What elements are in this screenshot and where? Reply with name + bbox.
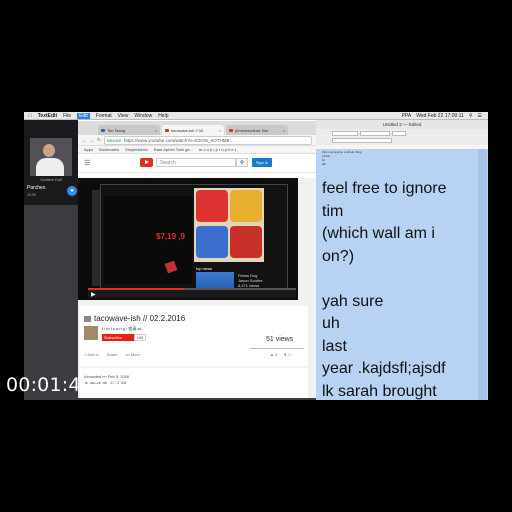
apple-icon[interactable]:  [28,113,32,119]
url-input[interactable]: Secure https://www.youtube.com/watch?v=K… [103,135,312,145]
call-duration: 28:58 [27,193,36,197]
more-button[interactable]: ••• More [125,352,139,357]
paragraph-style-select[interactable] [332,131,358,136]
bookmark-apps[interactable]: Apps [84,147,93,152]
menu-clock[interactable]: Wed Feb 22 17:00:11 [416,113,464,119]
back-icon[interactable]: ← [82,138,87,143]
video-actions: + Add to Share ••• More [84,352,140,357]
secure-label: Secure [106,137,122,143]
menu-help[interactable]: Help [158,113,168,119]
fiesta-video-info[interactable]: Fiesta Dog Jason Southe 8,471 views [238,273,262,288]
youtube-search-input[interactable]: Search [156,158,236,167]
playlist-icon [84,315,91,322]
address-bar-row: ← → ↻ Secure https://www.youtube.com/wat… [78,135,316,146]
bookmarks-bar: Apps Bookmarks SimpleAdder Bare Aphex Tw… [78,146,316,154]
mute-icon[interactable]: ● [67,186,77,196]
textedit-body-text[interactable]: feel free to ignore tim (which wall am i… [322,178,478,403]
caller-name: Parches [27,185,46,191]
bookmark-bookmarks[interactable]: Bookmarks [99,147,119,152]
textedit-toolbar [316,129,488,146]
close-tab-icon[interactable]: × [155,128,157,133]
tab-label: Tim Tsang [107,127,126,133]
play-icon[interactable]: ▶ [91,291,96,298]
top-news-label: top news [196,266,213,271]
mario-thumbnail [196,190,228,222]
alignment-controls[interactable] [332,138,392,143]
forward-icon[interactable]: → [90,138,95,143]
close-tab-icon[interactable]: × [219,128,221,133]
channel-name[interactable]: t i m t s a n g / 程清 ss. [102,326,142,332]
bookmark-simpleadder[interactable]: SimpleAdder [125,147,148,152]
facebook-icon [101,128,105,132]
browser-tab-bar: Tim Tsang × tacowave-ish // 02. × (timemac… [78,121,316,135]
close-tab-icon[interactable]: × [283,128,285,133]
url-text: https://www.youtube.com/watch?v=K3C9n_eO… [124,137,234,143]
menu-edit[interactable]: Edit [77,112,90,119]
menu-view[interactable]: View [118,113,129,119]
reload-icon[interactable]: ↻ [97,137,101,143]
menu-window[interactable]: Window [134,113,152,119]
subscriber-count: 155 [134,334,146,341]
mario-image-grid [194,188,264,262]
youtube-favicon-icon [165,128,169,132]
bookmark-aphex[interactable]: Bare Aphex Twin ge... [154,147,193,152]
notification-center-icon[interactable]: ☰ [478,113,482,119]
caller-head [43,144,55,157]
tab-label: tacowave-ish // 02. [171,127,205,133]
textedit-scrollbar[interactable] [478,149,487,400]
hamburger-icon[interactable]: ☰ [84,159,90,167]
dislike-button[interactable]: ▼ 0 [283,352,290,357]
input-source-label[interactable]: PPA [402,113,412,119]
video-title: tacowave-ish // 02.2.2016 [94,314,186,323]
subscribe-button[interactable]: Subscribe [102,334,134,341]
like-ratio-bar [250,348,304,349]
font-family-select[interactable] [360,131,390,136]
call-status-label: Current Call [40,177,62,182]
video-title-row: tacowave-ish // 02.2.2016 [84,314,185,323]
mario-thumbnail [230,190,262,222]
bookmark-monk[interactable]: m o n k • p r o p h e t [199,147,236,152]
tab-tim-tsang[interactable]: Tim Tsang × [98,125,160,135]
caller-body [36,158,64,176]
youtube-logo-icon[interactable] [140,158,153,167]
share-button[interactable]: Share [107,352,118,357]
video-timecode: 00:01:44;04 [6,374,125,396]
add-to-button[interactable]: + Add to [84,352,99,357]
menu-format[interactable]: Format [96,113,112,119]
tab-timemachine[interactable]: (timemachine) Sim × [226,125,288,135]
mario-thumbnail [230,226,262,258]
video-price-text: $7,19 ,9 [156,232,185,241]
tab-label: (timemachine) Sim [235,127,269,133]
font-size-select[interactable] [392,131,406,136]
youtube-favicon-icon [229,128,233,132]
mario-thumbnail [196,226,228,258]
menu-app-name[interactable]: TextEdit [38,113,57,119]
macos-menu-bar:  TextEdit File Edit Format View Window … [24,112,488,120]
menu-file[interactable]: File [63,113,71,119]
spotlight-icon[interactable]: ⚲ [469,113,473,119]
channel-avatar[interactable] [84,326,98,340]
tab-tacowave[interactable]: tacowave-ish // 02. × [162,125,224,135]
view-count: 51 views [266,336,294,343]
sign-in-button[interactable]: Sign in [252,158,272,167]
like-button[interactable]: ▲ 9 [270,352,277,357]
progress-fill [88,288,184,290]
search-icon[interactable]: ⚲ [236,158,248,167]
textedit-small-text[interactable]: this is gonna be a whole thing i think l… [322,150,362,166]
like-dislike: ▲ 9 ▼ 0 [270,352,291,357]
up-next-sidebar [298,178,316,300]
